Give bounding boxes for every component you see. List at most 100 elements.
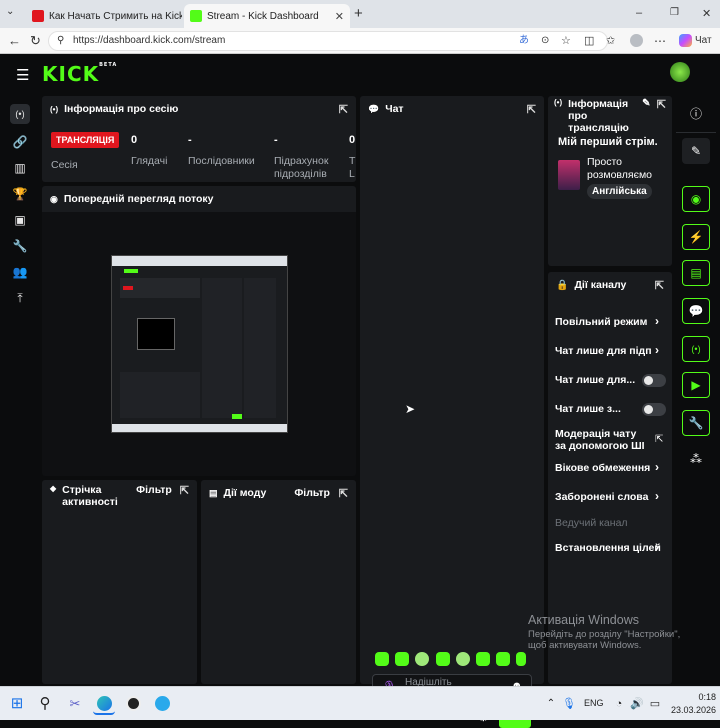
expand-icon[interactable]: ⇱	[527, 103, 536, 116]
emote-icon[interactable]	[476, 652, 490, 666]
hamburger-menu-icon[interactable]: ☰	[16, 66, 29, 84]
kick-dashboard: ☰ KICKBETA (•) 🔗 ▥ 🏆 ▣ 🔧 👥 ⤒ (•) Інформа…	[0, 54, 720, 728]
emote-icon[interactable]	[456, 652, 470, 666]
restore-button[interactable]: ❐	[670, 7, 679, 18]
stream-nav-icon[interactable]: (•)	[10, 104, 30, 124]
split-screen-icon[interactable]: ◫	[584, 28, 594, 54]
url-field[interactable]: ⚲ https://dashboard.kick.com/stream あ ⊙ …	[48, 31, 608, 51]
url-text: https://dashboard.kick.com/stream	[73, 35, 226, 46]
tab-inactive[interactable]: Как Начать Стримить на Kick чер ✕	[26, 4, 182, 28]
telegram-icon[interactable]	[151, 693, 173, 715]
close-tab-icon[interactable]: ✕	[335, 10, 344, 23]
battery-icon[interactable]: ▭	[644, 693, 666, 715]
filter-button[interactable]: Фільтр	[294, 487, 330, 499]
video-nav-icon[interactable]: ▣	[10, 210, 30, 230]
slow-mode-row[interactable]: Повільний режим	[555, 316, 667, 328]
obs-studio-icon[interactable]	[122, 693, 144, 715]
lightning-icon[interactable]: ⚡	[682, 224, 710, 250]
ai-moderation-row[interactable]: Модерація чату за допомогою ШІ	[555, 428, 647, 452]
panel-header: (•) Інформація про трансляцію ✎ ⇱	[548, 96, 672, 134]
translate-icon[interactable]: あ	[519, 32, 529, 50]
wrench-icon[interactable]: 🔧	[682, 410, 710, 436]
followers-only-row[interactable]: Чат лише для...	[555, 374, 635, 386]
preview-live-badge	[123, 286, 133, 290]
clock-time[interactable]: 0:18	[676, 692, 716, 702]
copilot-chat-label[interactable]: Чат	[695, 35, 712, 46]
copilot-icon[interactable]	[679, 34, 692, 47]
menu-dots-icon[interactable]: ⋯	[654, 28, 666, 54]
emotes-only-row[interactable]: Чат лише з...	[555, 403, 635, 415]
search-icon[interactable]: ⚲	[34, 693, 56, 715]
followers-only-toggle[interactable]	[642, 374, 666, 387]
edit-icon[interactable]: ✎	[682, 138, 710, 164]
chevron-right-icon[interactable]: ›	[655, 489, 659, 503]
emote-icon[interactable]	[496, 652, 510, 666]
windows-taskbar: ⊞ ⚲ ✂ ⌃ 🎙 ENG ◔ 🔊 ▭ 0:18 23.03.2026	[0, 686, 720, 720]
back-arrow-icon[interactable]: ←	[8, 28, 21, 54]
subscribers-only-row[interactable]: Чат лише для підпис	[555, 345, 651, 357]
beta-badge: BETA	[99, 62, 118, 68]
snipping-tool-icon[interactable]: ✂	[64, 693, 86, 715]
favorite-star-icon[interactable]: ☆	[561, 32, 571, 50]
tools-nav-icon[interactable]: 🔧	[10, 236, 30, 256]
tab-active[interactable]: Stream - Kick Dashboard ✕	[184, 4, 350, 28]
emote-icon[interactable]	[395, 652, 409, 666]
broadcast-toggle-icon[interactable]: (•)	[682, 336, 710, 362]
stream-preview-video[interactable]	[111, 255, 288, 433]
tab-list-chevron-icon[interactable]: ⌄	[6, 6, 14, 17]
nodes-icon[interactable]: ⁂	[682, 446, 710, 472]
new-tab-button[interactable]: +	[354, 5, 363, 22]
external-link-icon[interactable]: ⇱	[655, 434, 663, 445]
age-restriction-row[interactable]: Вікове обмеження р	[555, 462, 651, 474]
link-nav-icon[interactable]: 🔗	[10, 132, 30, 152]
camera-icon[interactable]: ▶	[682, 372, 710, 398]
clock-date[interactable]: 23.03.2026	[666, 705, 716, 715]
host-channel-row: Ведучий канал	[555, 517, 628, 529]
favorites-icon[interactable]: ✩	[606, 28, 615, 54]
chevron-right-icon[interactable]: ›	[655, 343, 659, 357]
upload-nav-icon[interactable]: ⤒	[10, 288, 30, 308]
chevron-right-icon[interactable]: ›	[655, 460, 659, 474]
left-sidebar: (•) 🔗 ▥ 🏆 ▣ 🔧 👥 ⤒	[0, 96, 38, 686]
community-nav-icon[interactable]: 👥	[10, 262, 30, 282]
filter-button[interactable]: Фільтр	[136, 484, 172, 496]
session-label: Сесія	[51, 159, 78, 171]
emote-icon[interactable]	[516, 652, 526, 666]
goals-row[interactable]: Встановлення цілей	[555, 542, 667, 554]
activity-icon: ◆	[50, 484, 57, 493]
profile-avatar-icon[interactable]	[630, 34, 643, 47]
info-icon[interactable]: ⓘ	[682, 101, 710, 127]
edit-icon[interactable]: ✎	[642, 98, 650, 109]
expand-icon[interactable]: ⇱	[339, 487, 348, 500]
language-indicator[interactable]: ENG	[584, 698, 604, 708]
more-icon[interactable]: ⊙	[541, 32, 549, 50]
reload-icon[interactable]: ↻	[30, 28, 41, 54]
windows-start-icon[interactable]: ⊞	[6, 693, 28, 715]
minimize-button[interactable]: –	[636, 7, 642, 19]
trophy-nav-icon[interactable]: 🏆	[10, 184, 30, 204]
preview-toggle-icon[interactable]: ◉	[682, 186, 710, 212]
emote-icon[interactable]	[415, 652, 429, 666]
user-avatar[interactable]	[670, 62, 690, 82]
edge-browser-icon[interactable]	[93, 693, 115, 715]
kick-logo[interactable]: KICKBETA	[42, 62, 117, 86]
expand-icon[interactable]: ⇱	[657, 98, 666, 111]
emotes-only-toggle[interactable]	[642, 403, 666, 416]
subs-label: Підрахунок підрозділів	[274, 155, 329, 180]
banned-words-row[interactable]: Заборонені слова	[555, 491, 667, 503]
site-info-icon[interactable]: ⚲	[57, 32, 64, 50]
microphone-tray-icon[interactable]: 🎙	[558, 693, 580, 715]
expand-icon[interactable]: ⇱	[180, 484, 189, 497]
close-window-button[interactable]: ✕	[702, 7, 711, 20]
chevron-right-icon[interactable]: ›	[655, 540, 659, 554]
expand-icon[interactable]: ⇱	[655, 279, 664, 292]
chevron-right-icon[interactable]: ›	[655, 314, 659, 328]
expand-icon[interactable]: ⇱	[339, 103, 348, 116]
chat-toggle-icon[interactable]: 💬	[682, 298, 710, 324]
emote-icon[interactable]	[436, 652, 450, 666]
notes-icon[interactable]: ▤	[682, 260, 710, 286]
windows-activation-watermark: Активація Windows Перейдіть до розділу "…	[528, 613, 720, 651]
emote-icon[interactable]	[375, 652, 389, 666]
analytics-nav-icon[interactable]: ▥	[10, 158, 30, 178]
followers-label: Послідовники	[188, 155, 255, 167]
